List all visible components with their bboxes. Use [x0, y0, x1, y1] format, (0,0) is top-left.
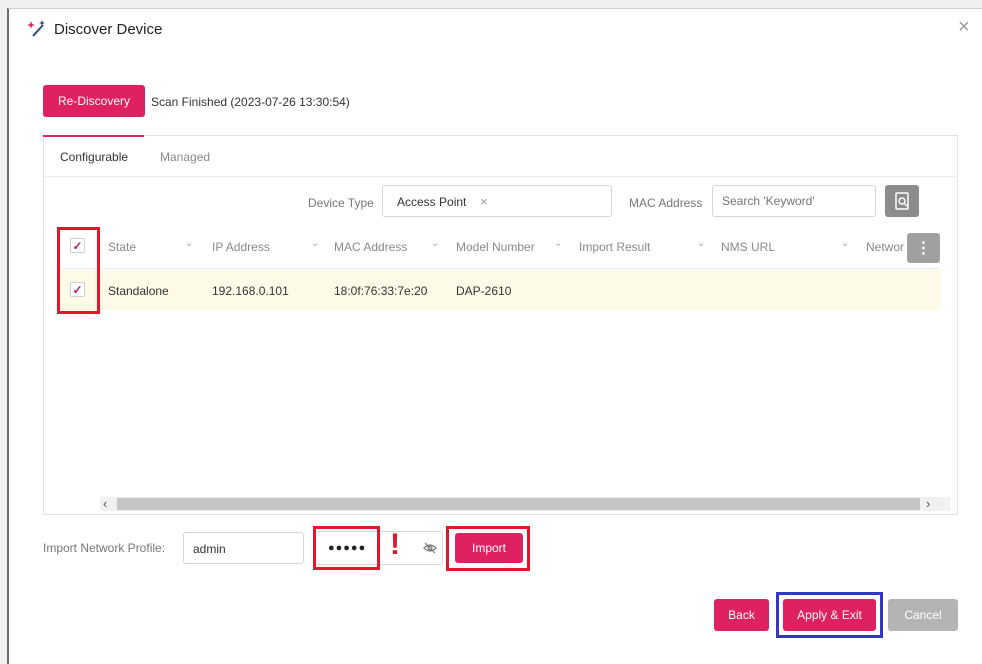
- cell-model-number: DAP-2610: [456, 284, 512, 298]
- chevron-down-icon[interactable]: ⌄: [554, 238, 562, 249]
- rediscovery-button[interactable]: Re-Discovery: [43, 85, 145, 117]
- checkbox-highlight: [57, 227, 100, 314]
- column-nms-url[interactable]: NMS URL: [721, 240, 775, 254]
- column-mac-address[interactable]: MAC Address: [334, 240, 407, 254]
- eye-off-icon[interactable]: [422, 540, 438, 559]
- password-highlight: [313, 526, 380, 570]
- device-type-select[interactable]: Access Point ×: [382, 185, 612, 217]
- active-tab-indicator: [43, 135, 144, 137]
- header-divider: [57, 268, 941, 269]
- tabs-divider: [44, 176, 957, 177]
- column-model-number[interactable]: Model Number: [456, 240, 535, 254]
- cancel-button[interactable]: Cancel: [888, 599, 958, 631]
- back-button[interactable]: Back: [714, 599, 769, 631]
- tab-managed[interactable]: Managed: [160, 150, 210, 164]
- device-type-label: Device Type: [308, 196, 374, 210]
- mac-address-label: MAC Address: [629, 196, 703, 210]
- chevron-down-icon[interactable]: ⌄: [841, 238, 849, 249]
- chevron-down-icon[interactable]: ⌄: [185, 238, 193, 249]
- scan-status: Scan Finished (2023-07-26 13:30:54): [151, 95, 350, 109]
- column-import-result[interactable]: Import Result: [579, 240, 650, 254]
- username-value: admin: [193, 542, 226, 556]
- scrollbar-thumb[interactable]: [117, 498, 920, 510]
- search-input[interactable]: [712, 185, 876, 217]
- warning-mark: !: [390, 528, 400, 561]
- magic-wand-icon: [27, 19, 49, 39]
- column-network[interactable]: Networ: [866, 240, 908, 254]
- search-icon[interactable]: [885, 185, 919, 217]
- chevron-right-icon[interactable]: ›: [926, 496, 930, 511]
- chevron-down-icon[interactable]: ⌄: [431, 238, 439, 249]
- column-state[interactable]: State: [108, 240, 136, 254]
- username-field[interactable]: admin: [183, 532, 304, 564]
- tab-configurable[interactable]: Configurable: [60, 150, 128, 164]
- column-ip-address[interactable]: IP Address: [212, 240, 270, 254]
- import-profile-label: Import Network Profile:: [43, 541, 166, 555]
- cell-state: Standalone: [108, 284, 169, 298]
- cell-mac-address: 18:0f:76:33:7e:20: [334, 284, 428, 298]
- chevron-down-icon[interactable]: ⌄: [697, 238, 705, 249]
- chip-close-icon[interactable]: ×: [480, 194, 488, 209]
- more-options-icon[interactable]: ⋮: [907, 233, 940, 263]
- close-icon[interactable]: ×: [958, 16, 970, 39]
- chevron-down-icon[interactable]: ⌄: [311, 238, 319, 249]
- apply-highlight: [776, 592, 883, 638]
- device-type-chip-label: Access Point: [397, 195, 467, 209]
- dialog-title: Discover Device: [54, 21, 163, 38]
- cell-ip-address: 192.168.0.101: [212, 284, 289, 298]
- chevron-left-icon[interactable]: ‹: [103, 496, 107, 511]
- import-highlight: [446, 526, 530, 571]
